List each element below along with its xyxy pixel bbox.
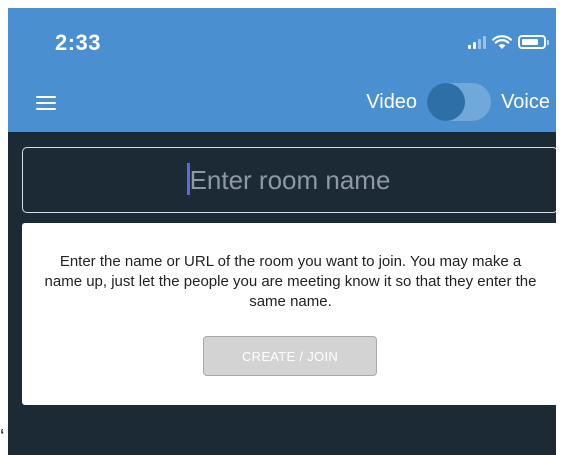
info-card: Enter the name or URL of the room you wa… (22, 223, 556, 405)
status-icons (468, 30, 549, 54)
app-frame: 2:33 Video Voice Enter room name Enter t… (8, 8, 556, 455)
video-label[interactable]: Video (366, 91, 417, 114)
wifi-icon (492, 34, 512, 49)
hamburger-menu-icon[interactable] (36, 96, 56, 110)
create-join-button[interactable]: CREATE / JOIN (203, 336, 377, 376)
top-bar: 2:33 Video Voice (8, 8, 556, 132)
call-mode-toggle: Video Voice (366, 83, 550, 121)
room-name-input[interactable] (22, 147, 556, 213)
voice-label[interactable]: Voice (501, 91, 550, 114)
switch-knob[interactable] (427, 83, 466, 121)
video-voice-switch[interactable] (427, 83, 492, 121)
text-caret (187, 163, 190, 195)
battery-icon (518, 35, 549, 49)
stray-mark: ‘ (0, 426, 5, 448)
status-time: 2:33 (55, 30, 102, 55)
info-text: Enter the name or URL of the room you wa… (44, 253, 537, 310)
signal-icon (468, 35, 486, 49)
